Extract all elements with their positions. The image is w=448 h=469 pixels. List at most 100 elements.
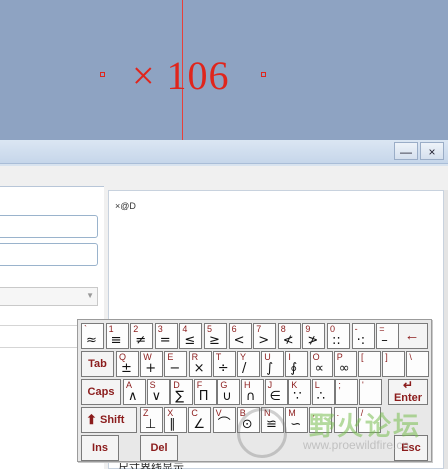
key-symbol: ÷ xyxy=(217,361,229,376)
key-row4-8[interactable]: . xyxy=(333,407,357,433)
key-row2-10[interactable]: [ xyxy=(358,351,381,377)
caps-key-label: Caps xyxy=(87,386,115,398)
key-row4-3[interactable]: V ⌒ xyxy=(212,407,236,433)
key-row3-2[interactable]: D ∑ xyxy=(170,379,194,405)
shift-arrow-icon: ⬆ xyxy=(86,412,97,427)
key-symbol: ≌ xyxy=(266,417,277,432)
key-row2-2[interactable]: E − xyxy=(164,351,188,377)
scrollbar[interactable] xyxy=(444,190,448,469)
key-row1-4[interactable]: 4 ≤ xyxy=(179,323,203,349)
shift-key[interactable]: ⬆ Shift xyxy=(81,407,137,433)
graphics-viewport[interactable]: × 106 xyxy=(0,0,448,140)
key-row1-9[interactable]: 9 ≯ xyxy=(302,323,326,349)
key-symbol: × xyxy=(193,361,205,376)
key-symbol: ≥ xyxy=(209,333,220,348)
key-row4-5[interactable]: N ≌ xyxy=(261,407,284,433)
key-row1-6[interactable]: 6 < xyxy=(228,323,252,349)
key-symbol: – xyxy=(381,333,388,348)
key-row3-9[interactable]: ; xyxy=(335,379,359,405)
minimize-button[interactable]: — xyxy=(394,142,418,160)
key-row3-5[interactable]: H ∩ xyxy=(241,379,264,405)
key-symbol: ∠ xyxy=(193,417,206,432)
key-row1-12[interactable]: = – xyxy=(376,323,400,349)
esc-key[interactable]: Esc xyxy=(394,435,428,461)
key-row2-1[interactable]: W + xyxy=(140,351,164,377)
key-row2-12[interactable]: \ xyxy=(406,351,430,377)
key-row1-2[interactable]: 2 ≠ xyxy=(130,323,154,349)
key-symbol: ∩ xyxy=(246,389,256,404)
key-row2-8[interactable]: O ∝ xyxy=(309,351,333,377)
key-row4-9[interactable]: / xyxy=(357,407,381,433)
key-row3-10[interactable]: ' xyxy=(359,379,382,405)
key-row4-7[interactable]: , xyxy=(309,407,333,433)
key-row2-3[interactable]: R × xyxy=(188,351,212,377)
key-row4-4[interactable]: B ⊙ xyxy=(236,407,260,433)
key-symbol: ∝ xyxy=(314,361,324,376)
key-row3-8[interactable]: L ∴ xyxy=(311,379,335,405)
key-symbol: ≯ xyxy=(307,333,319,348)
ins-key[interactable]: Ins xyxy=(81,435,119,461)
key-symbol: = xyxy=(159,333,171,348)
close-button[interactable]: × xyxy=(420,142,444,160)
key-row3-7[interactable]: K ∵ xyxy=(288,379,312,405)
key-row4-2[interactable]: C ∠ xyxy=(188,407,212,433)
key-symbol: ≡ xyxy=(110,333,122,348)
key-row1-7[interactable]: 7 > xyxy=(253,323,277,349)
key-symbol: ·: xyxy=(356,333,366,348)
del-key[interactable]: Del xyxy=(140,435,178,461)
key-symbol: ∈ xyxy=(269,389,281,404)
key-row3-6[interactable]: J ∈ xyxy=(264,379,288,405)
key-row1-5[interactable]: 5 ≥ xyxy=(204,323,227,349)
key-row3-1[interactable]: S ∨ xyxy=(146,379,170,405)
key-row2-9[interactable]: P ∞ xyxy=(333,351,357,377)
key-symbol: ∽ xyxy=(290,417,302,432)
key-symbol: ⊥ xyxy=(145,417,157,432)
key-symbol: ≈ xyxy=(86,333,97,348)
key-symbol: / xyxy=(242,361,247,376)
key-row1-3[interactable]: 3 = xyxy=(154,323,178,349)
key-row1-10[interactable]: 0:: xyxy=(327,323,350,349)
key-symbol: ∥ xyxy=(169,417,176,432)
backspace-key[interactable]: ← xyxy=(396,323,428,349)
dimension-text[interactable]: × 106 xyxy=(132,52,230,99)
key-row4-0[interactable]: Z ⊥ xyxy=(140,407,163,433)
enter-key[interactable]: ↵ Enter xyxy=(388,379,428,405)
key-symbol: ⌒ xyxy=(217,417,231,432)
key-symbol: :: xyxy=(332,333,341,348)
tab-key[interactable]: Tab xyxy=(81,351,114,377)
soft-keyboard: ← Tab Caps ↵ Enter ⬆ Shift Ins Del Esc `… xyxy=(77,319,432,462)
text-field-1[interactable] xyxy=(0,215,98,238)
key-row3-0[interactable]: A ∧ xyxy=(123,379,146,405)
key-symbol: < xyxy=(233,333,245,348)
shift-key-label: Shift xyxy=(100,414,125,426)
key-symbol: ∧ xyxy=(128,389,138,404)
key-symbol: ≮ xyxy=(282,333,294,348)
caps-key[interactable]: Caps xyxy=(81,379,121,405)
key-symbol: ± xyxy=(121,361,132,376)
key-row1-11[interactable]: - ·: xyxy=(351,323,375,349)
key-row2-5[interactable]: Y / xyxy=(237,351,260,377)
key-symbol: ∮ xyxy=(290,361,298,376)
key-row1-8[interactable]: 8 ≮ xyxy=(277,323,301,349)
key-row1-1[interactable]: 1 ≡ xyxy=(105,323,129,349)
key-symbol: − xyxy=(169,361,181,376)
key-symbol: ∴ xyxy=(316,389,326,404)
enter-key-label: Enter xyxy=(393,392,423,404)
key-row2-7[interactable]: I ∮ xyxy=(285,351,309,377)
symbol-preview: ×@D xyxy=(115,201,136,211)
style-combo[interactable]: ▼ xyxy=(0,287,98,306)
key-row4-1[interactable]: X ∥ xyxy=(164,407,188,433)
key-row1-0[interactable]: ` ≈ xyxy=(81,323,104,349)
key-char: ' xyxy=(362,380,364,390)
key-symbol: ≤ xyxy=(184,333,196,348)
key-row2-4[interactable]: T ÷ xyxy=(212,351,236,377)
key-row2-0[interactable]: Q ± xyxy=(116,351,139,377)
key-row2-6[interactable]: U ∫ xyxy=(261,351,285,377)
key-symbol: ∞ xyxy=(338,361,350,376)
key-row3-3[interactable]: FΠ xyxy=(193,379,217,405)
key-row2-11[interactable]: ] xyxy=(382,351,406,377)
key-symbol: > xyxy=(258,333,270,348)
text-field-2[interactable] xyxy=(0,243,98,266)
key-row4-6[interactable]: M ∽ xyxy=(285,407,309,433)
key-row3-4[interactable]: G ∪ xyxy=(217,379,241,405)
